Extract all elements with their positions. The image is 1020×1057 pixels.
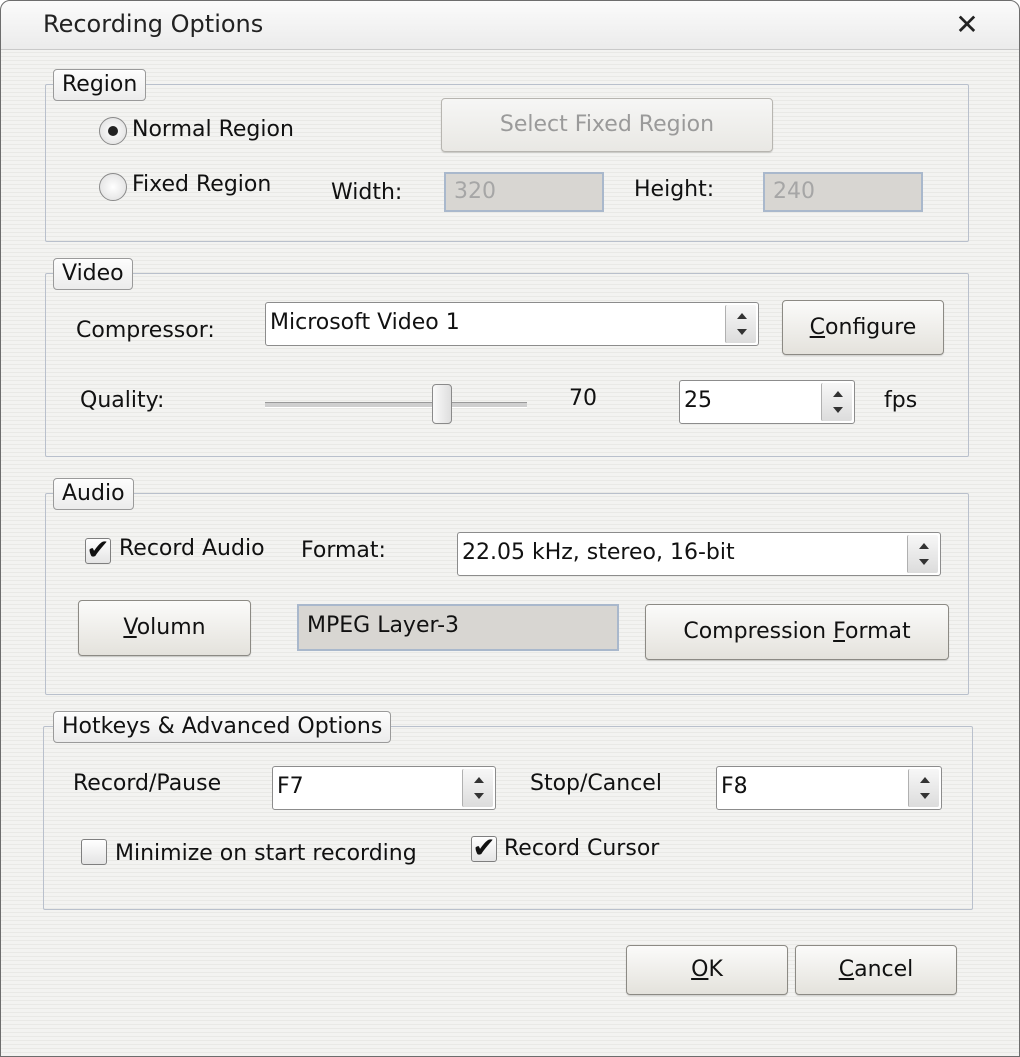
fps-spinner[interactable]: 25 (679, 380, 855, 424)
audio-format-value: 22.05 kHz, stereo, 16-bit (462, 540, 735, 565)
compression-format-label-pre: Compression (683, 619, 834, 644)
recording-options-dialog: Recording Options ✕ Region Normal Region… (0, 0, 1020, 1057)
ok-mnemonic: O (691, 957, 709, 982)
quality-value: 70 (569, 386, 597, 411)
quality-slider-thumb[interactable] (432, 384, 452, 424)
minimize-checkbox[interactable] (81, 839, 107, 865)
stop-cancel-select[interactable]: F8 (716, 766, 942, 810)
minimize-label[interactable]: Minimize on start recording (115, 841, 417, 866)
compression-format-mnemonic: F (833, 619, 845, 644)
height-field[interactable]: 240 (763, 172, 923, 212)
audio-codec-field: MPEG Layer-3 (297, 604, 619, 651)
fixed-region-radio[interactable] (99, 173, 127, 201)
dialog-title: Recording Options (43, 10, 264, 38)
quality-slider-track[interactable] (265, 402, 527, 408)
title-bar: Recording Options ✕ (1, 1, 1019, 50)
region-legend: Region (53, 69, 147, 101)
ok-button[interactable]: OK (626, 945, 788, 995)
width-field[interactable]: 320 (444, 172, 604, 212)
record-audio-checkbox[interactable]: ✔ (85, 536, 111, 564)
fixed-region-label[interactable]: Fixed Region (132, 172, 271, 197)
configure-button[interactable]: Configure (782, 300, 944, 355)
close-icon[interactable]: ✕ (953, 11, 981, 39)
volumn-button[interactable]: Volumn (78, 600, 251, 656)
height-label: Height: (634, 177, 715, 202)
fps-spin-icon[interactable] (821, 383, 852, 421)
compression-format-button[interactable]: Compression Format (645, 604, 949, 660)
fps-value: 25 (684, 388, 712, 413)
quality-label: Quality: (80, 388, 165, 413)
checkmark-icon: ✔ (86, 533, 110, 566)
stop-cancel-spin-icon[interactable] (908, 769, 939, 807)
checkmark-icon: ✔ (472, 831, 496, 864)
width-label: Width: (331, 180, 403, 205)
record-cursor-label[interactable]: Record Cursor (504, 836, 659, 861)
cancel-mnemonic: C (838, 957, 855, 982)
normal-region-label[interactable]: Normal Region (132, 117, 294, 142)
compressor-label: Compressor: (76, 318, 215, 343)
cancel-button[interactable]: Cancel (795, 945, 957, 995)
compressor-value: Microsoft Video 1 (270, 310, 460, 335)
compressor-select[interactable]: Microsoft Video 1 (265, 302, 759, 346)
record-pause-spin-icon[interactable] (462, 769, 493, 807)
record-audio-label[interactable]: Record Audio (119, 536, 265, 561)
record-cursor-checkbox[interactable]: ✔ (471, 834, 497, 862)
ok-label: K (708, 957, 723, 982)
format-label: Format: (301, 538, 386, 563)
hotkeys-group (43, 726, 973, 910)
hotkeys-legend: Hotkeys & Advanced Options (53, 711, 392, 743)
fps-label: fps (884, 388, 918, 413)
record-pause-select[interactable]: F7 (272, 766, 496, 810)
stop-cancel-value: F8 (721, 774, 748, 799)
audio-format-spin-icon[interactable] (907, 535, 938, 573)
video-legend: Video (53, 258, 133, 290)
volumn-mnemonic: V (123, 615, 137, 640)
stop-cancel-label: Stop/Cancel (530, 771, 662, 796)
compressor-spin-icon[interactable] (725, 305, 756, 343)
compression-format-label-post: ormat (844, 619, 911, 644)
record-pause-label: Record/Pause (73, 771, 222, 796)
configure-label: onfigure (825, 315, 917, 340)
normal-region-radio[interactable] (99, 117, 127, 145)
audio-legend: Audio (53, 478, 134, 510)
record-pause-value: F7 (277, 774, 304, 799)
cancel-label: ancel (854, 957, 914, 982)
configure-mnemonic: C (809, 315, 826, 340)
select-fixed-region-button[interactable]: Select Fixed Region (441, 98, 773, 152)
audio-format-select[interactable]: 22.05 kHz, stereo, 16-bit (457, 532, 941, 576)
volumn-label: olumn (136, 615, 206, 640)
audio-group (45, 493, 969, 695)
